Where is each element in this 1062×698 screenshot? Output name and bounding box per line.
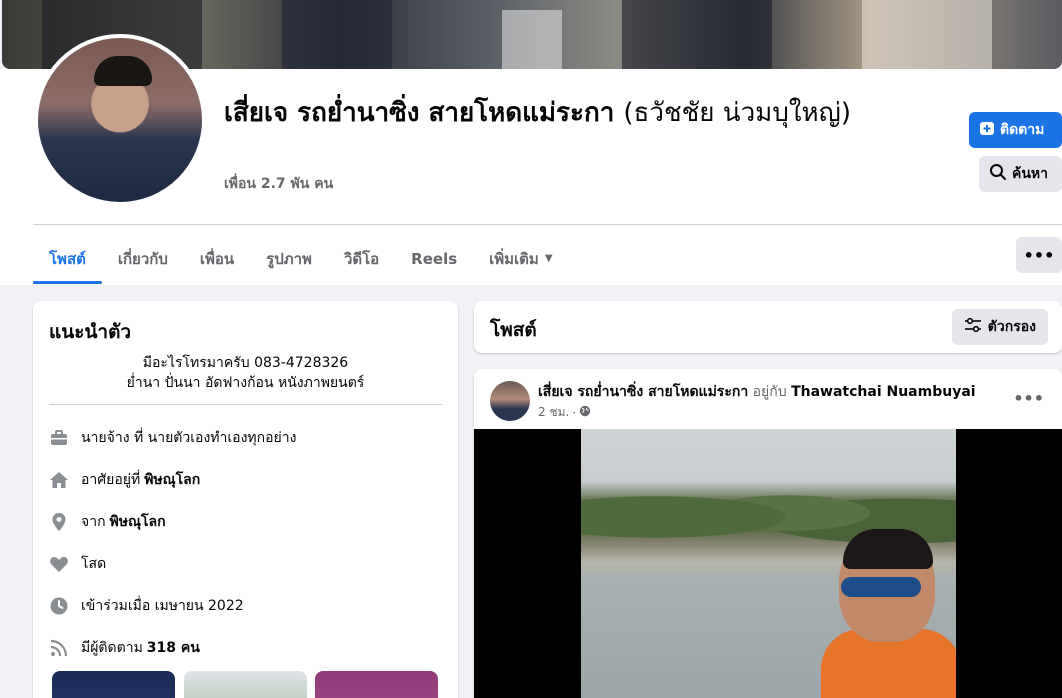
post-tagged-person[interactable]: Thawatchai Nuambuyai [791, 384, 976, 400]
profile-more-button[interactable]: ••• [1016, 237, 1062, 273]
info-relationship: โสด [49, 553, 106, 575]
filter-button-label: ตัวกรอง [987, 319, 1036, 335]
caret-down-icon: ▼ [544, 253, 553, 264]
search-button[interactable]: ค้นหา [979, 156, 1062, 192]
profile-name-alternate: (ธวัชชัย น่วมบุใหญ่) [623, 98, 851, 128]
profile-name-main: เสี่ยเจ รถย่ำนาซิ่ง สายโหดแม่ระกา [224, 98, 615, 128]
follow-button[interactable]: ติดตาม [969, 112, 1062, 148]
profile-avatar[interactable] [34, 34, 206, 206]
bio: มีอะไรโทรมาครับ 083-4728326 ย่ำนา ปั่นนา… [49, 353, 442, 393]
briefcase-icon [49, 428, 69, 448]
globe-icon [579, 405, 591, 420]
tab-videos[interactable]: วิดีโอ [328, 236, 395, 281]
info-work: นายจ้าง ที่ นายตัวเองทำเองทุกอย่าง [49, 427, 296, 449]
search-button-label: ค้นหา [1012, 166, 1049, 182]
filter-button[interactable]: ตัวกรอง [951, 309, 1048, 345]
followers-prefix: มีผู้ติดตาม [81, 640, 143, 656]
info-joined: เข้าร่วมเมื่อ เมษายน 2022 [49, 595, 244, 617]
tab-friends[interactable]: เพื่อน [184, 236, 250, 281]
filter-sliders-icon [964, 317, 982, 337]
tab-photos[interactable]: รูปภาพ [250, 236, 328, 281]
avatar-hair [94, 56, 152, 86]
posts-title: โพสต์ [490, 319, 537, 341]
header-divider [33, 224, 1062, 225]
intro-title: แนะนำตัว [49, 321, 132, 343]
intro-card: แนะนำตัว มีอะไรโทรมาครับ 083-4728326 ย่ำ… [33, 301, 458, 698]
post-meta-separator: · [572, 405, 577, 420]
bio-divider [49, 404, 442, 405]
cover-figure [862, 0, 992, 69]
profile-tabs: โพสต์ เกี่ยวกับ เพื่อน รูปภาพ วิดีโอ Ree… [33, 236, 569, 284]
bio-line: มีอะไรโทรมาครับ 083-4728326 [142, 355, 349, 371]
follow-plus-icon [979, 120, 995, 140]
post-card: เสี่ยเจ รถย่ำนาซิ่ง สายโหดแม่ระกา อยู่กั… [474, 369, 1062, 698]
post-media[interactable] [474, 429, 1062, 698]
friends-count[interactable]: เพื่อน 2.7 พัน คน [224, 173, 333, 195]
photo-hair [843, 529, 933, 569]
lives-place[interactable]: พิษณุโลก [144, 469, 200, 491]
tab-reels[interactable]: Reels [395, 236, 473, 281]
tab-posts[interactable]: โพสต์ [33, 236, 102, 284]
tab-more-label: เพิ่มเติม [489, 249, 539, 268]
cover-figure [622, 0, 772, 69]
post-with-text: อยู่กับ [752, 384, 787, 400]
bio-line: ย่ำนา ปั่นนา อัดฟางก้อน หนังภาพยนตร์ [126, 375, 365, 391]
rss-icon [49, 638, 69, 658]
follow-button-label: ติดตาม [1000, 122, 1045, 138]
followers-count[interactable]: 318 คน [147, 637, 200, 659]
photo-sunglasses [841, 577, 921, 597]
info-followers: มีผู้ติดตาม 318 คน [49, 637, 200, 659]
post-author-name[interactable]: เสี่ยเจ รถย่ำนาซิ่ง สายโหดแม่ระกา [538, 384, 748, 400]
location-pin-icon [49, 512, 69, 532]
profile-avatar-image [38, 38, 202, 202]
post-options-button[interactable]: ••• [1013, 389, 1044, 408]
cover-figure [502, 10, 562, 69]
post-timestamp[interactable]: 2 ชม. [538, 403, 569, 422]
tab-more[interactable]: เพิ่มเติม ▼ [473, 236, 568, 281]
featured-photo[interactable] [52, 671, 175, 698]
home-icon [49, 470, 69, 490]
clock-icon [49, 596, 69, 616]
post-author-avatar[interactable] [490, 381, 530, 421]
info-lives: อาศัยอยู่ที่ พิษณุโลก [49, 469, 200, 491]
tab-about[interactable]: เกี่ยวกับ [102, 236, 184, 281]
lives-prefix: อาศัยอยู่ที่ [81, 472, 141, 488]
cover-figure [282, 0, 392, 69]
profile-name: เสี่ยเจ รถย่ำนาซิ่ง สายโหดแม่ระกา (ธวัชช… [224, 95, 914, 131]
from-place[interactable]: พิษณุโลก [110, 511, 166, 533]
info-from: จาก พิษณุโลก [49, 511, 166, 533]
post-photo [581, 429, 956, 698]
post-meta: 2 ชม. · [538, 403, 591, 422]
post-author-line: เสี่ยเจ รถย่ำนาซิ่ง สายโหดแม่ระกา อยู่กั… [538, 381, 976, 403]
featured-photo[interactable] [184, 671, 307, 698]
search-icon [989, 163, 1007, 185]
joined-text: เข้าร่วมเมื่อ เมษายน 2022 [81, 598, 244, 614]
heart-icon [49, 554, 69, 574]
work-text: นายจ้าง ที่ นายตัวเองทำเองทุกอย่าง [81, 430, 297, 446]
featured-photo[interactable] [315, 671, 438, 698]
from-prefix: จาก [81, 514, 106, 530]
relationship-text: โสด [81, 556, 107, 572]
posts-header-card: โพสต์ ตัวกรอง [474, 301, 1062, 353]
